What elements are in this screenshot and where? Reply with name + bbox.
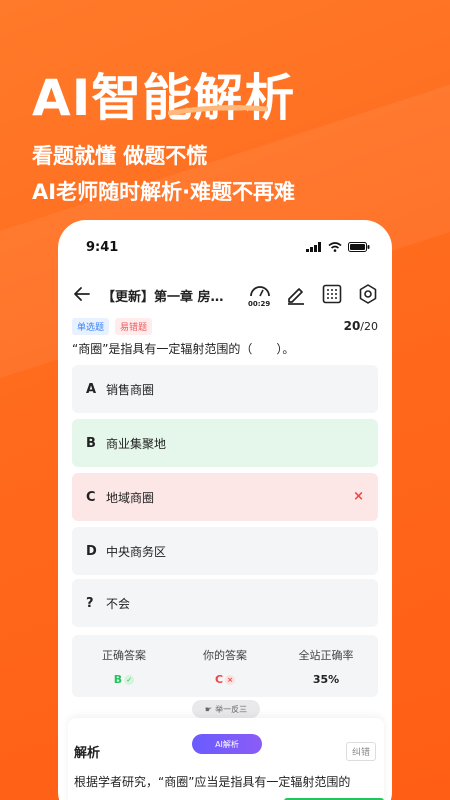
- option-letter: A: [86, 381, 97, 397]
- stat-value: 35%: [312, 673, 340, 686]
- wrong-mark-icon: ×: [353, 489, 364, 504]
- answer-sheet-grid-icon[interactable]: [320, 282, 344, 306]
- settings-gear-icon[interactable]: [356, 282, 380, 306]
- question-index: 20: [343, 319, 361, 333]
- promo-tagline-1: 看题就懂 做题不慌: [32, 144, 208, 168]
- question-tags: 单选题 易错题: [72, 318, 153, 335]
- check-icon: ✓: [124, 675, 135, 685]
- option-c[interactable]: C 地域商圈 ×: [72, 473, 378, 521]
- question-total: /20: [360, 320, 378, 333]
- promo-tagline-2: AI老师随时解析·难题不再难: [32, 180, 296, 204]
- option-letter: B: [86, 435, 96, 451]
- analysis-title: 解析: [74, 746, 101, 761]
- option-text: 销售商圈: [106, 382, 155, 397]
- related-tab-label: 举一反三: [215, 704, 248, 714]
- option-text: 不会: [106, 596, 131, 611]
- stat-correct-answer: 正确答案 B ✓: [74, 647, 174, 686]
- stat-value: C ×: [175, 673, 275, 686]
- cross-icon: ×: [225, 675, 236, 685]
- stat-label: 你的答案: [203, 649, 247, 662]
- option-letter: ?: [86, 595, 94, 611]
- nav-bar: 【更新】第一章 房… 00:29: [58, 278, 392, 314]
- related-questions-tab[interactable]: ☛ 举一反三: [192, 700, 260, 718]
- tag-error-prone: 易错题: [115, 318, 153, 335]
- status-icons: [306, 242, 370, 252]
- status-time: 9:41: [86, 240, 119, 255]
- edit-pencil-icon[interactable]: [284, 282, 308, 306]
- status-bar: 9:41: [58, 220, 392, 274]
- phone-screen: 9:41 【更新】第一章 房… 00:29 单选题 易错题 20/20 “商圈”…: [58, 220, 392, 800]
- answer-stats: 正确答案 B ✓ 你的答案 C × 全站正确率 35%: [72, 635, 378, 697]
- battery-icon: [348, 242, 370, 252]
- signal-icon: [306, 242, 321, 252]
- stat-your-answer: 你的答案 C ×: [175, 647, 275, 686]
- option-text: 中央商务区: [106, 544, 167, 559]
- tag-single-choice: 单选题: [72, 318, 110, 335]
- option-d[interactable]: D 中央商务区: [72, 527, 378, 575]
- option-dont-know[interactable]: ? 不会: [72, 579, 378, 627]
- option-b[interactable]: B 商业集聚地: [72, 419, 378, 467]
- stat-label: 全站正确率: [298, 649, 354, 662]
- wifi-icon: [328, 242, 342, 252]
- headline-underline-decoration: [168, 105, 268, 116]
- promo-headline: AI智能解析: [32, 69, 296, 127]
- back-arrow-icon[interactable]: [72, 284, 92, 304]
- analysis-text: 根据学者研究，“商圈”应当是指具有一定辐射范围的: [74, 775, 351, 789]
- option-a[interactable]: A 销售商圈: [72, 365, 378, 413]
- stat-correct-rate: 全站正确率 35%: [276, 647, 376, 686]
- option-text: 地域商圈: [106, 490, 155, 505]
- option-letter: D: [86, 543, 97, 559]
- option-letter: C: [86, 489, 96, 505]
- timer-readout: 00:29: [248, 300, 271, 308]
- analysis-card: 解析 AI解析 纠错 根据学者研究，“商圈”应当是指具有一定辐射范围的: [68, 718, 384, 800]
- report-error-button[interactable]: 纠错: [345, 742, 376, 761]
- option-text: 商业集聚地: [106, 436, 167, 451]
- pointing-hand-icon: ☛: [204, 704, 213, 714]
- stat-value: B ✓: [74, 673, 174, 686]
- question-counter: 20/20: [344, 319, 378, 333]
- stat-label: 正确答案: [102, 649, 146, 662]
- ai-analysis-button[interactable]: AI解析: [192, 734, 262, 754]
- chapter-title: 【更新】第一章 房…: [102, 290, 224, 305]
- question-text: “商圈”是指具有一定辐射范围的（ ）。: [72, 342, 295, 356]
